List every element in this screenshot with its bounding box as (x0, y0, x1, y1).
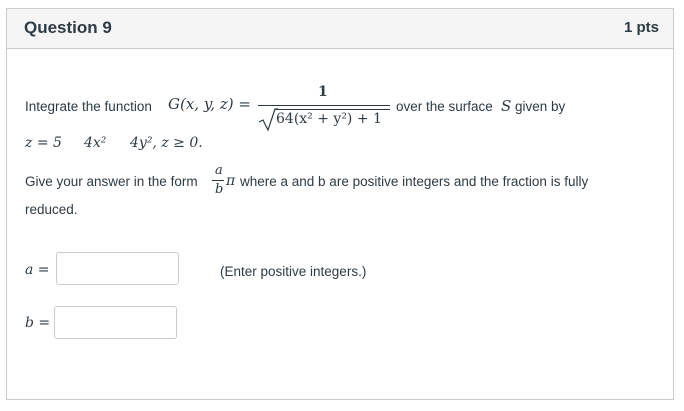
answer-form-prefix: Give your answer in the form (25, 174, 198, 189)
fraction-denominator: 64(x² + y²) + 1 (276, 111, 382, 127)
surface-symbol: S (501, 97, 512, 115)
prompt-prefix: Integrate the function (25, 99, 152, 114)
answer-b-input[interactable] (54, 306, 177, 339)
pi-symbol: π (226, 173, 236, 189)
function-name: G(x, y, z) = (168, 95, 251, 113)
answer-a-input[interactable] (56, 252, 179, 285)
answer-form-suffix: where a and b are positive integers and … (240, 174, 589, 189)
surface-eq-term-x: 4x² (84, 135, 107, 151)
answer-form-suffix-2: reduced. (25, 202, 78, 217)
input-hint: (Enter positive integers.) (220, 264, 367, 279)
surface-eq-z: z = 5 (25, 135, 62, 151)
prompt-given-by: given by (515, 99, 566, 114)
answer-frac-bar (212, 180, 224, 181)
fraction-numerator: 1 (318, 84, 328, 100)
question-title: Question 9 (24, 18, 112, 37)
answer-frac-den: b (215, 182, 224, 197)
input-a-label: a = (25, 262, 50, 278)
answer-frac-num: a (215, 163, 223, 178)
prompt-over-surface: over the surface (396, 99, 493, 114)
sqrt-overline (275, 109, 390, 110)
surface-eq-term-y: 4y², z ≥ 0. (130, 135, 203, 151)
input-b-label: b = (25, 315, 51, 331)
fraction-bar (258, 105, 390, 106)
question-points: 1 pts (623, 19, 659, 36)
sqrt-sign (258, 108, 278, 132)
question-card: Question 9 1 pts (6, 8, 674, 400)
question-header: Question 9 1 pts (7, 9, 673, 49)
